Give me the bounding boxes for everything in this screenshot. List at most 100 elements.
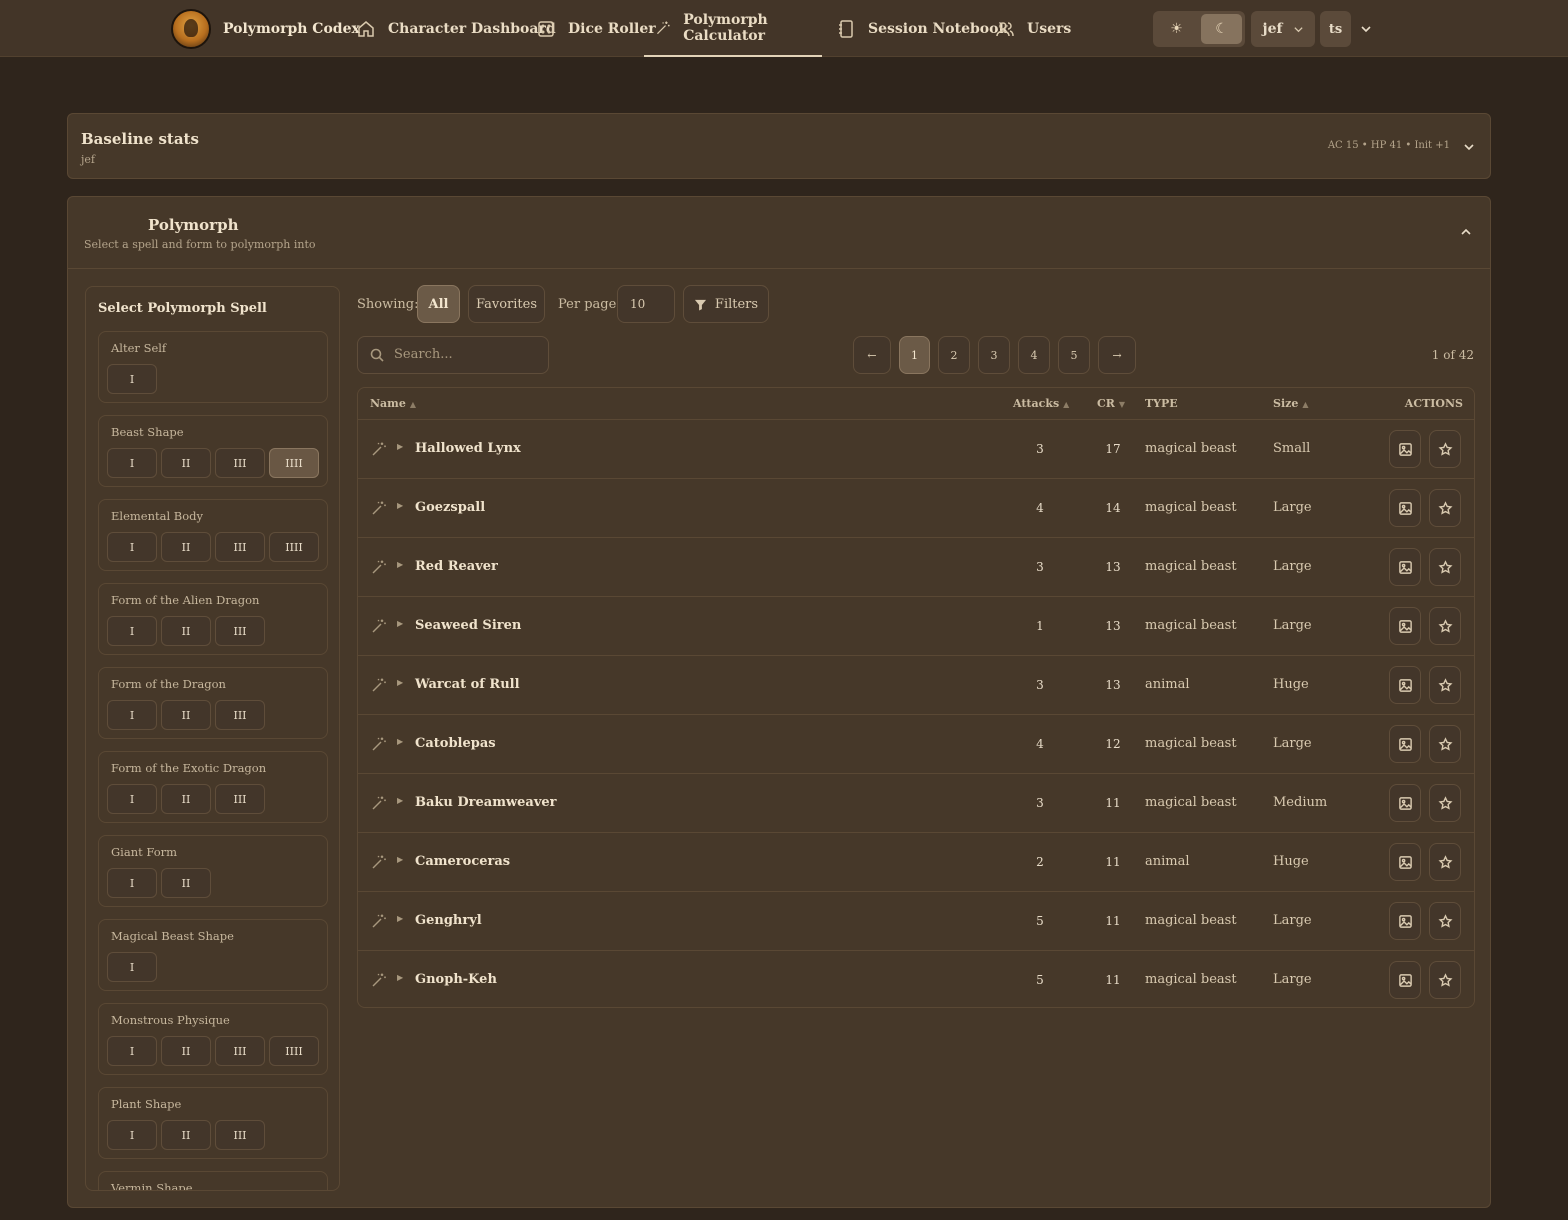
spell-level-button[interactable]: I: [107, 532, 157, 562]
prev-page-button[interactable]: ←: [853, 336, 891, 374]
spell-level-button[interactable]: III: [215, 1036, 265, 1066]
spell-level-button[interactable]: II: [161, 448, 211, 478]
favorite-button[interactable]: [1429, 961, 1461, 999]
wand-icon[interactable]: [371, 559, 387, 575]
chevron-up-icon[interactable]: [1460, 226, 1472, 238]
spell-level-button[interactable]: II: [161, 616, 211, 646]
per-page-input[interactable]: 10: [617, 285, 675, 323]
spell-level-button[interactable]: IIII: [269, 448, 319, 478]
ts-button[interactable]: ts: [1320, 11, 1351, 47]
favorite-button[interactable]: [1429, 843, 1461, 881]
nav-dice-roller[interactable]: Dice Roller: [536, 0, 656, 57]
spell-level-button[interactable]: I: [107, 1120, 157, 1150]
view-image-button[interactable]: [1389, 784, 1421, 822]
nav-character-dashboard[interactable]: Character Dashboard: [356, 0, 556, 57]
spell-level-button[interactable]: I: [107, 364, 157, 394]
view-image-button[interactable]: [1389, 430, 1421, 468]
wand-icon[interactable]: [371, 972, 387, 988]
brand[interactable]: Polymorph Codex: [171, 9, 360, 49]
spell-level-button[interactable]: II: [161, 700, 211, 730]
spell-level-button[interactable]: II: [161, 784, 211, 814]
expand-row-icon[interactable]: ▶: [397, 619, 403, 628]
expand-row-icon[interactable]: ▶: [397, 855, 403, 864]
favorite-button[interactable]: [1429, 666, 1461, 704]
page-4-button[interactable]: 4: [1018, 336, 1050, 374]
wand-icon[interactable]: [371, 618, 387, 634]
expand-row-icon[interactable]: ▶: [397, 796, 403, 805]
expand-row-icon[interactable]: ▶: [397, 914, 403, 923]
view-image-button[interactable]: [1389, 725, 1421, 763]
table-row[interactable]: ▶ Cameroceras 2 11 animal Huge: [358, 832, 1474, 891]
view-image-button[interactable]: [1389, 961, 1421, 999]
expand-row-icon[interactable]: ▶: [397, 560, 403, 569]
spell-level-button[interactable]: IIII: [269, 1036, 319, 1066]
spell-level-button[interactable]: II: [161, 868, 211, 898]
col-type[interactable]: TYPE: [1145, 397, 1178, 410]
search-input[interactable]: Search...: [357, 336, 549, 374]
table-row[interactable]: ▶ Hallowed Lynx 3 17 magical beast Small: [358, 419, 1474, 478]
chevron-down-icon[interactable]: [1463, 141, 1475, 153]
expand-row-icon[interactable]: ▶: [397, 737, 403, 746]
spell-level-button[interactable]: III: [215, 616, 265, 646]
table-row[interactable]: ▶ Catoblepas 4 12 magical beast Large: [358, 714, 1474, 773]
spell-level-button[interactable]: II: [161, 532, 211, 562]
col-cr[interactable]: CR ▼: [1097, 397, 1125, 410]
favorite-button[interactable]: [1429, 430, 1461, 468]
filters-button[interactable]: Filters: [683, 285, 769, 323]
view-image-button[interactable]: [1389, 843, 1421, 881]
page-5-button[interactable]: 5: [1058, 336, 1090, 374]
spell-level-button[interactable]: III: [215, 448, 265, 478]
expand-row-icon[interactable]: ▶: [397, 442, 403, 451]
wand-icon[interactable]: [371, 441, 387, 457]
filter-favorites-button[interactable]: Favorites: [468, 285, 545, 323]
table-row[interactable]: ▶ Genghryl 5 11 magical beast Large: [358, 891, 1474, 950]
next-page-button[interactable]: →: [1098, 336, 1136, 374]
filter-all-button[interactable]: All: [417, 285, 460, 323]
view-image-button[interactable]: [1389, 489, 1421, 527]
spell-level-button[interactable]: I: [107, 784, 157, 814]
view-image-button[interactable]: [1389, 902, 1421, 940]
wand-icon[interactable]: [371, 795, 387, 811]
page-2-button[interactable]: 2: [938, 336, 970, 374]
spell-level-button[interactable]: III: [215, 700, 265, 730]
expand-row-icon[interactable]: ▶: [397, 678, 403, 687]
spell-level-button[interactable]: II: [161, 1120, 211, 1150]
wand-icon[interactable]: [371, 913, 387, 929]
nav-users[interactable]: Users: [995, 0, 1071, 57]
wand-icon[interactable]: [371, 677, 387, 693]
favorite-button[interactable]: [1429, 548, 1461, 586]
spell-level-button[interactable]: III: [215, 1120, 265, 1150]
nav-menu-toggle[interactable]: [1360, 11, 1374, 47]
nav-session-notebook[interactable]: Session Notebook: [836, 0, 1008, 57]
table-row[interactable]: ▶ Goezspall 4 14 magical beast Large: [358, 478, 1474, 537]
dark-theme-button[interactable]: ☾: [1201, 14, 1242, 44]
favorite-button[interactable]: [1429, 489, 1461, 527]
nav-polymorph-calculator[interactable]: Polymorph Calculator: [644, 0, 822, 57]
spell-level-button[interactable]: I: [107, 868, 157, 898]
favorite-button[interactable]: [1429, 725, 1461, 763]
wand-icon[interactable]: [371, 854, 387, 870]
page-3-button[interactable]: 3: [978, 336, 1010, 374]
table-row[interactable]: ▶ Seaweed Siren 1 13 magical beast Large: [358, 596, 1474, 655]
favorite-button[interactable]: [1429, 784, 1461, 822]
view-image-button[interactable]: [1389, 607, 1421, 645]
polymorph-header[interactable]: Polymorph Select a spell and form to pol…: [68, 197, 1490, 269]
favorite-button[interactable]: [1429, 902, 1461, 940]
spell-level-button[interactable]: I: [107, 952, 157, 982]
spell-level-button[interactable]: II: [161, 1036, 211, 1066]
spell-level-button[interactable]: I: [107, 1036, 157, 1066]
view-image-button[interactable]: [1389, 548, 1421, 586]
table-row[interactable]: ▶ Gnoph-Keh 5 11 magical beast Large: [358, 950, 1474, 1007]
spell-level-button[interactable]: IIII: [269, 532, 319, 562]
col-name[interactable]: Name ▲: [370, 397, 416, 410]
wand-icon[interactable]: [371, 500, 387, 516]
col-attacks[interactable]: Attacks ▲: [1013, 397, 1069, 410]
spell-level-button[interactable]: III: [215, 532, 265, 562]
table-row[interactable]: ▶ Baku Dreamweaver 3 11 magical beast Medium: [358, 773, 1474, 832]
expand-row-icon[interactable]: ▶: [397, 973, 403, 982]
user-select[interactable]: jef: [1251, 11, 1315, 47]
spell-level-button[interactable]: I: [107, 616, 157, 646]
favorite-button[interactable]: [1429, 607, 1461, 645]
spell-level-button[interactable]: III: [215, 784, 265, 814]
spell-level-button[interactable]: I: [107, 448, 157, 478]
